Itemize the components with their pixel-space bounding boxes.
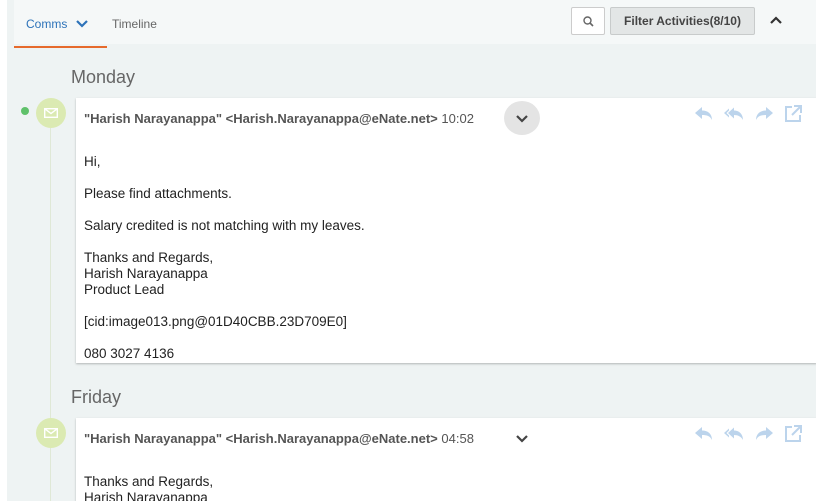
- email-card[interactable]: "Harish Narayanappa" <Harish.Narayanappa…: [76, 98, 816, 363]
- chevron-up-icon: [770, 16, 782, 24]
- expand-email-button[interactable]: [504, 421, 540, 455]
- email-signature-line: Product Lead: [84, 282, 165, 297]
- chevron-down-icon: [76, 20, 88, 28]
- email-sender: "Harish Narayanappa" <Harish.Narayanappa…: [84, 431, 438, 446]
- day-label-friday: Friday: [71, 387, 122, 407]
- email-time: 04:58: [441, 431, 474, 446]
- email-signature-line: Harish Narayanappa: [84, 490, 208, 501]
- forward-icon: [756, 427, 773, 440]
- tab-comms-label: Comms: [26, 17, 68, 31]
- envelope-icon: [44, 428, 58, 438]
- forward-button[interactable]: [753, 104, 775, 124]
- email-header: "Harish Narayanappa" <Harish.Narayanappa…: [84, 431, 474, 446]
- email-header: "Harish Narayanappa" <Harish.Narayanappa…: [84, 111, 474, 126]
- comms-header: Comms Timeline Filter Activities(8/10): [14, 0, 816, 48]
- forward-icon: [756, 107, 773, 120]
- comms-panel: Comms Timeline Filter Activities(8/10) M…: [7, 0, 816, 501]
- unread-status-dot: [21, 107, 29, 115]
- email-signature-line: Harish Narayanappa: [84, 266, 208, 281]
- collapse-button[interactable]: [764, 12, 788, 32]
- reply-all-icon: [724, 427, 743, 440]
- avatar: [36, 98, 66, 128]
- reply-all-button[interactable]: [723, 424, 745, 444]
- open-external-button[interactable]: [783, 424, 805, 444]
- external-link-icon: [785, 105, 802, 122]
- external-link-icon: [785, 425, 802, 442]
- email-phone: 080 3027 4136: [84, 346, 175, 361]
- reply-button[interactable]: [693, 424, 715, 444]
- email-body: Thanks and Regards, Harish Narayanappa: [84, 474, 213, 501]
- envelope-icon: [44, 108, 58, 118]
- email-line: Please find attachments.: [84, 186, 232, 201]
- reply-all-button[interactable]: [723, 104, 745, 124]
- email-greeting: Hi,: [84, 154, 101, 169]
- email-signature-line: Thanks and Regards,: [84, 250, 214, 265]
- tab-timeline-label: Timeline: [112, 17, 157, 31]
- email-signature-line: Thanks and Regards,: [84, 474, 214, 489]
- search-icon: [583, 16, 594, 27]
- avatar: [36, 418, 66, 448]
- tab-comms[interactable]: Comms: [14, 0, 107, 48]
- email-sender: "Harish Narayanappa" <Harish.Narayanappa…: [84, 111, 438, 126]
- reply-all-icon: [724, 107, 743, 120]
- email-image-reference: [cid:image013.png@01D40CBB.23D709E0]: [84, 314, 347, 329]
- open-external-button[interactable]: [783, 104, 805, 124]
- reply-button[interactable]: [693, 104, 715, 124]
- expand-email-button[interactable]: [504, 101, 540, 135]
- tab-timeline[interactable]: Timeline: [112, 0, 157, 48]
- forward-button[interactable]: [753, 424, 775, 444]
- email-line: Salary credited is not matching with my …: [84, 218, 365, 233]
- email-card[interactable]: "Harish Narayanappa" <Harish.Narayanappa…: [76, 418, 816, 501]
- reply-icon: [695, 107, 712, 120]
- reply-icon: [695, 427, 712, 440]
- email-body: Hi, Please find attachments. Salary cred…: [84, 154, 365, 362]
- search-button[interactable]: [571, 7, 605, 35]
- chevron-down-icon: [516, 115, 528, 123]
- day-label-monday: Monday: [71, 67, 136, 87]
- email-time: 10:02: [441, 111, 474, 126]
- filter-activities-button[interactable]: Filter Activities(8/10): [610, 7, 755, 35]
- chevron-down-icon: [516, 435, 528, 443]
